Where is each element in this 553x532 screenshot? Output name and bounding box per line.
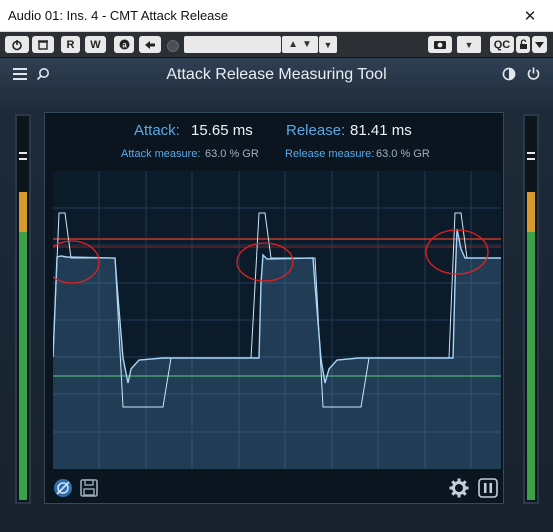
lock-icon[interactable] <box>516 36 530 53</box>
svg-text:a: a <box>122 40 127 49</box>
window-titlebar: Audio 01: Ins. 4 - CMT Attack Release ✕ <box>0 0 553 32</box>
quick-controls-button[interactable]: QC <box>490 36 514 53</box>
attack-value: 15.65 ms <box>191 122 253 139</box>
camera-icon[interactable] <box>428 36 452 53</box>
chevron-down-icon[interactable] <box>532 36 547 53</box>
power-icon[interactable] <box>5 36 29 53</box>
preset-dropdown-chevron-icon[interactable]: ▼ <box>319 36 337 53</box>
arrow-left-icon[interactable] <box>139 36 161 53</box>
gear-icon[interactable] <box>449 478 469 498</box>
arrow-up-icon[interactable]: ▲ <box>288 39 298 50</box>
power-icon[interactable] <box>526 66 541 81</box>
release-measure-value[interactable]: 63.0 % GR <box>376 148 430 160</box>
release-label: Release: <box>286 122 346 139</box>
arrow-down-icon[interactable]: ▼ <box>302 39 312 50</box>
close-icon[interactable]: ✕ <box>507 0 553 31</box>
attack-measure-label: Attack measure: <box>121 148 201 160</box>
sidechain-icon[interactable]: a <box>114 36 134 53</box>
window-title: Audio 01: Ins. 4 - CMT Attack Release <box>8 8 229 23</box>
attack-measure-value[interactable]: 63.0 % GR <box>205 148 259 160</box>
settings-dropdown-chevron-icon[interactable]: ▼ <box>457 36 481 53</box>
preset-status-icon <box>167 40 179 52</box>
release-value: 81.41 ms <box>350 122 412 139</box>
preset-field[interactable] <box>184 36 281 53</box>
contrast-icon[interactable] <box>502 67 516 81</box>
host-toolbar: R W a ▲ ▼ ▼ ▼ QC <box>0 32 553 58</box>
input-level-meter <box>15 114 31 504</box>
preset-navigation[interactable]: ▲ ▼ <box>282 36 318 53</box>
output-level-meter <box>523 114 539 504</box>
read-automation-button[interactable]: R <box>61 36 80 53</box>
envelope-graph <box>53 171 501 469</box>
bypass-icon[interactable] <box>53 478 73 498</box>
release-measure-label: Release measure: <box>285 148 375 160</box>
save-icon[interactable] <box>79 478 99 498</box>
plugin-header: Attack Release Measuring Tool <box>0 58 553 92</box>
write-automation-button[interactable]: W <box>85 36 106 53</box>
attack-label: Attack: <box>134 122 180 139</box>
bypass-insert-icon[interactable] <box>32 36 54 53</box>
pause-icon[interactable] <box>478 478 498 498</box>
plugin-title: Attack Release Measuring Tool <box>166 66 387 83</box>
